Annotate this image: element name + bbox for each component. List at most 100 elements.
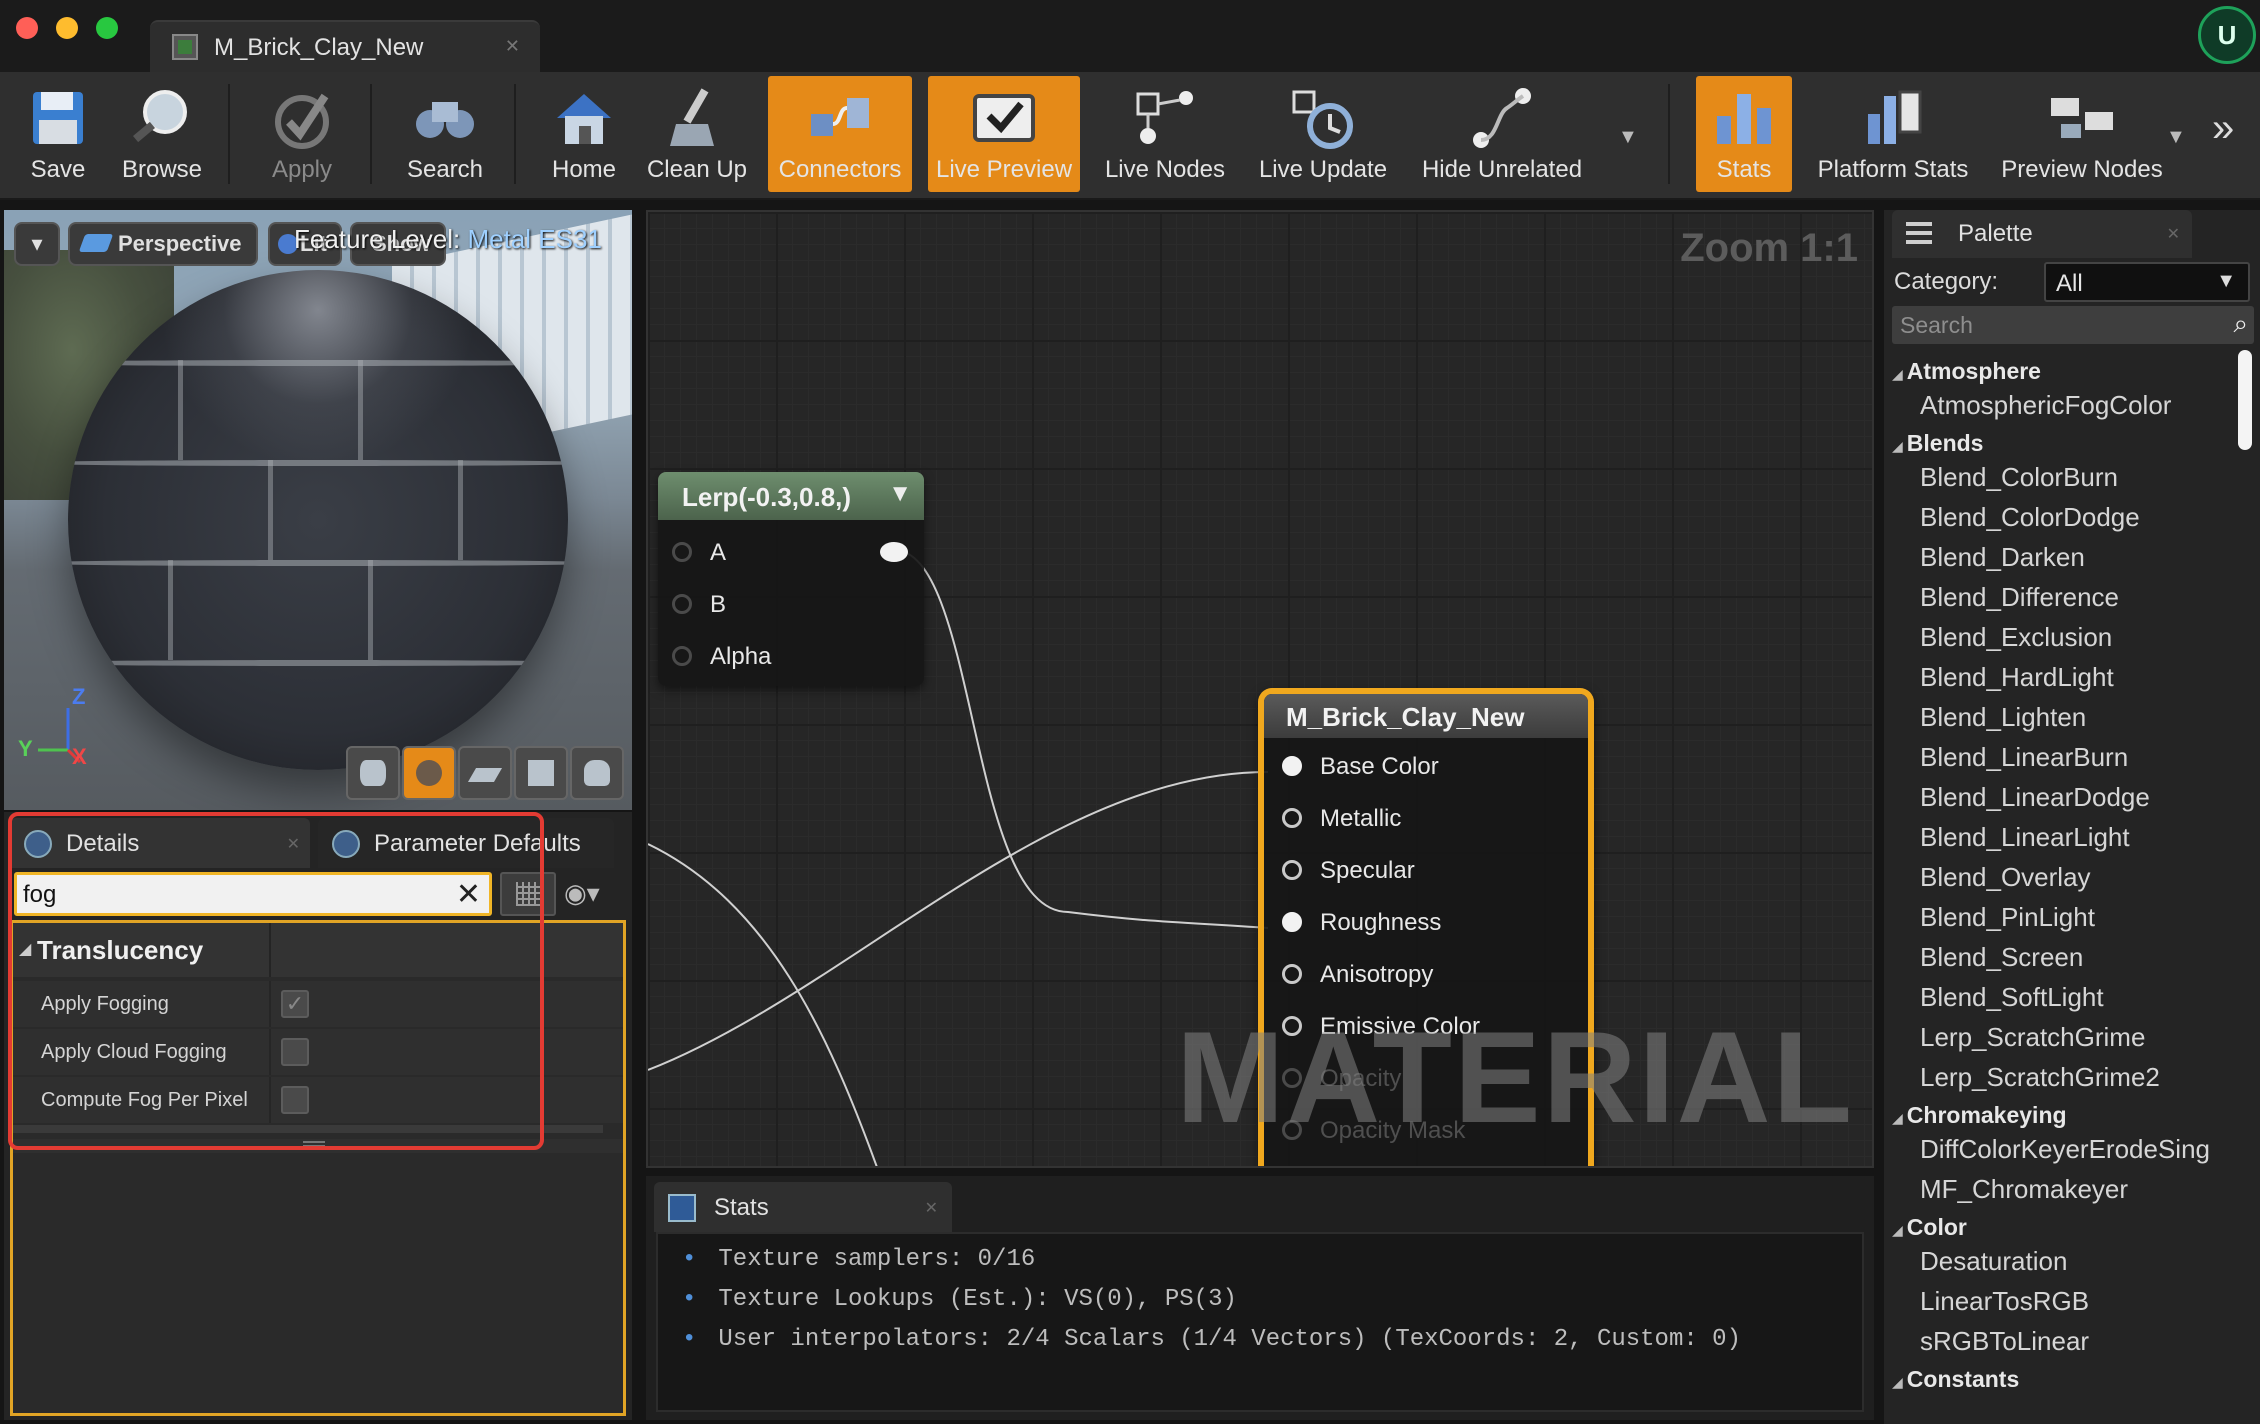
close-window-button[interactable]	[16, 17, 38, 39]
home-button[interactable]: Home	[534, 76, 634, 192]
preview-nodes-button[interactable]: Preview Nodes	[1992, 76, 2172, 192]
palette-item[interactable]: Blend_ColorBurn	[1920, 462, 2118, 493]
pin-specular[interactable]: Specular	[1282, 850, 1582, 890]
save-button[interactable]: Save	[8, 76, 108, 192]
palette-item[interactable]: Blend_PinLight	[1920, 902, 2095, 933]
palette-item[interactable]: Blend_Screen	[1920, 942, 2083, 973]
details-search-box[interactable]: ✕	[14, 872, 492, 916]
palette-category[interactable]: ◢ Atmosphere	[1892, 358, 2041, 385]
live-preview-button[interactable]: Live Preview	[928, 76, 1080, 192]
palette-item[interactable]: Blend_Overlay	[1920, 862, 2091, 893]
toolbar-separator	[1668, 84, 1670, 184]
palette-category[interactable]: ◢ Constants	[1892, 1366, 2019, 1393]
document-tab[interactable]: M_Brick_Clay_New ✕	[150, 20, 540, 72]
toolbar-more-icon[interactable]: »	[2212, 106, 2234, 151]
palette-item[interactable]: MF_Chromakeyer	[1920, 1174, 2128, 1205]
pin-metallic[interactable]: Metallic	[1282, 798, 1582, 838]
pin-base-color[interactable]: Base Color	[1282, 746, 1582, 786]
lerp-output-pin[interactable]	[880, 542, 908, 562]
palette-item[interactable]: Blend_Lighten	[1920, 702, 2086, 733]
pin-roughness[interactable]: Roughness	[1282, 902, 1582, 942]
pin-icon	[1282, 756, 1302, 776]
apply-button[interactable]: Apply	[252, 76, 352, 192]
live-preview-icon	[973, 94, 1035, 142]
preview-plane-button[interactable]	[458, 746, 512, 800]
preview-viewport[interactable]: ▾ Perspective Lit Show Feature Level: Me…	[4, 210, 632, 810]
toolbar-overflow-dropdown-icon[interactable]: ▼	[1618, 126, 1638, 149]
close-tab-icon[interactable]: ✕	[505, 36, 520, 57]
tab-palette[interactable]: Palette ✕	[1892, 210, 2192, 258]
minimize-window-button[interactable]	[56, 17, 78, 39]
palette-scrollbar[interactable]	[2238, 350, 2252, 450]
clean-up-button[interactable]: Clean Up	[640, 76, 754, 192]
palette-item[interactable]: AtmosphericFogColor	[1920, 390, 2171, 421]
perspective-icon	[78, 234, 114, 252]
lerp-input-alpha[interactable]: Alpha	[672, 636, 872, 676]
preview-cylinder-button[interactable]	[346, 746, 400, 800]
palette-category-label: Constants	[1906, 1366, 2020, 1392]
palette-search-box[interactable]: ⌕	[1892, 306, 2254, 344]
tab-parameter-defaults[interactable]: Parameter Defaults	[318, 818, 614, 868]
palette-search-input[interactable]	[1900, 310, 2200, 340]
compute-fog-per-pixel-checkbox[interactable]	[281, 1086, 309, 1114]
palette-item[interactable]: Blend_SoftLight	[1920, 982, 2104, 1013]
column-divider	[269, 1077, 271, 1123]
pin-anisotropy[interactable]: Anisotropy	[1282, 954, 1582, 994]
stats-button[interactable]: Stats	[1696, 76, 1792, 192]
hide-unrelated-button[interactable]: Hide Unrelated	[1412, 76, 1592, 192]
apply-fogging-checkbox[interactable]: ✓	[281, 990, 309, 1018]
live-nodes-button[interactable]: Live Nodes	[1096, 76, 1234, 192]
close-tab-icon[interactable]: ✕	[2167, 224, 2180, 244]
apply-cloud-fogging-checkbox[interactable]	[281, 1038, 309, 1066]
palette-category[interactable]: ◢ Color	[1892, 1214, 1967, 1241]
details-search-input[interactable]	[23, 879, 443, 911]
palette-item[interactable]: Blend_Difference	[1920, 582, 2119, 613]
palette-category[interactable]: ◢ Chromakeying	[1892, 1102, 2067, 1129]
palette-item[interactable]: Blend_LinearLight	[1920, 822, 2130, 853]
palette-item[interactable]: Blend_LinearDodge	[1920, 782, 2150, 813]
category-filter-select[interactable]: All ▼	[2044, 262, 2250, 302]
browse-button[interactable]: Browse	[112, 76, 212, 192]
palette-item[interactable]: Blend_ColorDodge	[1920, 502, 2140, 533]
collapse-node-icon[interactable]: ▼	[888, 480, 912, 508]
pin-label: Alpha	[710, 643, 772, 670]
search-button[interactable]: Search	[392, 76, 498, 192]
platform-stats-button[interactable]: Platform Stats	[1806, 76, 1980, 192]
palette-item[interactable]: Blend_LinearBurn	[1920, 742, 2128, 773]
tab-stats[interactable]: Stats ✕	[654, 1182, 952, 1232]
bullet-icon: •	[682, 1326, 697, 1353]
close-tab-icon[interactable]: ✕	[925, 1198, 938, 1218]
palette-item[interactable]: Blend_HardLight	[1920, 662, 2114, 693]
palette-item[interactable]: LinearTosRGB	[1920, 1286, 2089, 1317]
palette-item[interactable]: Lerp_ScratchGrime	[1920, 1022, 2145, 1053]
preview-teapot-button[interactable]	[570, 746, 624, 800]
toolbar-overflow-dropdown-icon[interactable]: ▼	[2166, 126, 2186, 149]
material-preview-sphere	[68, 270, 568, 770]
tab-details[interactable]: Details ✕	[10, 818, 310, 868]
lerp-input-b[interactable]: B	[672, 584, 872, 624]
live-update-button[interactable]: Live Update	[1250, 76, 1396, 192]
property-matrix-button[interactable]	[500, 872, 556, 916]
connectors-button[interactable]: Connectors	[768, 76, 912, 192]
preview-cube-button[interactable]	[514, 746, 568, 800]
view-mode-perspective-button[interactable]: Perspective	[68, 222, 258, 266]
visibility-filter-icon[interactable]: ◉▾	[564, 878, 600, 909]
close-tab-icon[interactable]: ✕	[287, 834, 300, 854]
lerp-node[interactable]: Lerp(-0.3,0.8,) ▼ A B Alpha	[658, 472, 924, 686]
lerp-input-a[interactable]: A	[672, 532, 872, 572]
wire-offscreen	[648, 843, 878, 1166]
palette-item[interactable]: Blend_Darken	[1920, 542, 2085, 573]
category-translucency[interactable]: ◢ Translucency	[13, 923, 623, 977]
palette-item[interactable]: Blend_Exclusion	[1920, 622, 2112, 653]
material-graph[interactable]: Zoom 1:1 Lerp(-0.3,0.8,) ▼ A B Alpha M_B…	[646, 210, 1874, 1168]
palette-item[interactable]: sRGBToLinear	[1920, 1326, 2089, 1357]
zoom-window-button[interactable]	[96, 17, 118, 39]
splitter-handle[interactable]	[13, 1139, 623, 1153]
palette-category[interactable]: ◢ Blends	[1892, 430, 1983, 457]
palette-item[interactable]: Desaturation	[1920, 1246, 2067, 1277]
palette-item[interactable]: Lerp_ScratchGrime2	[1920, 1062, 2160, 1093]
palette-item[interactable]: DiffColorKeyerErodeSing	[1920, 1134, 2210, 1165]
viewport-options-dropdown[interactable]: ▾	[14, 222, 60, 266]
clear-search-icon[interactable]: ✕	[456, 877, 481, 912]
preview-sphere-button[interactable]	[402, 746, 456, 800]
